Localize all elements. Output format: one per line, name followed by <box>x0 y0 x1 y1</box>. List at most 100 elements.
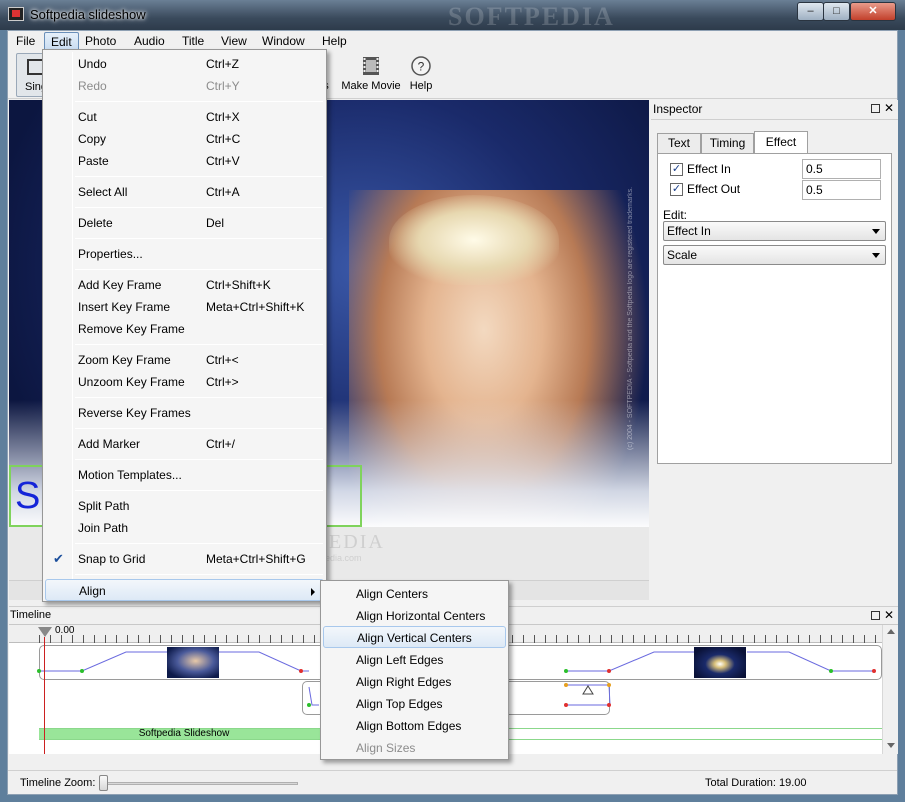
menu-separator <box>75 428 323 429</box>
menu-item-align-left-edges[interactable]: Align Left Edges <box>323 649 506 671</box>
inspector-title: Inspector <box>651 100 898 120</box>
menu-item-shortcut: Ctrl+A <box>206 185 240 199</box>
menu-item-label: Copy <box>78 132 107 146</box>
chevron-down-icon <box>872 229 880 234</box>
edit-label: Edit: <box>663 208 688 222</box>
menu-item-split-path[interactable]: Split Path <box>45 495 324 517</box>
menu-item-add-marker[interactable]: Add Marker Ctrl+/ <box>45 433 324 455</box>
menu-item-align-vertical-centers[interactable]: Align Vertical Centers <box>323 626 506 648</box>
effect-out-checkbox[interactable]: ✓ <box>670 183 683 196</box>
menu-item-label: Remove Key Frame <box>78 322 185 336</box>
tab-text[interactable]: Text <box>657 133 701 153</box>
menu-item-align-centers[interactable]: Align Centers <box>323 583 506 605</box>
menu-item-snap-to-grid[interactable]: ✔ Snap to Grid Meta+Ctrl+Shift+G <box>45 548 324 570</box>
menu-item-undo[interactable]: Undo Ctrl+Z <box>45 53 324 75</box>
close-button[interactable]: ✕ <box>850 2 896 21</box>
scroll-down-icon[interactable] <box>887 743 895 748</box>
menu-item-zoom-key-frame[interactable]: Zoom Key Frame Ctrl+< <box>45 349 324 371</box>
help-button[interactable]: ? Help <box>406 53 436 97</box>
menu-item-remove-key-frame[interactable]: Remove Key Frame <box>45 318 324 340</box>
menu-item-label: Properties... <box>78 247 143 261</box>
menu-separator <box>75 543 323 544</box>
menu-item-label: Align <box>79 584 106 598</box>
menu-item-label: Undo <box>78 57 107 71</box>
inspector-panel: Inspector ✕ Text Timing Effect ✓ Effect … <box>651 100 898 606</box>
text-track-clip[interactable]: Softpedia Slideshow <box>39 729 329 739</box>
menu-separator <box>75 269 323 270</box>
edit-menu: Undo Ctrl+Z Redo Ctrl+Y Cut Ctrl+X Copy Ctrl… <box>42 49 327 602</box>
scroll-up-icon[interactable] <box>887 629 895 634</box>
menu-item-label: Split Path <box>78 499 130 513</box>
menu-item-shortcut: Ctrl+Z <box>206 57 239 71</box>
photo-thumbnail-2[interactable] <box>694 647 746 678</box>
title-bar: Softpedia slideshow SOFTPEDIA – □ ✕ <box>0 0 905 31</box>
menu-item-align[interactable]: Align <box>45 579 324 601</box>
tab-effect[interactable]: Effect <box>754 131 808 154</box>
menu-separator <box>75 574 323 575</box>
menu-item-label: Reverse Key Frames <box>78 406 191 420</box>
menu-item-shortcut: Del <box>206 216 225 230</box>
timeline-zoom-track[interactable] <box>100 782 298 785</box>
menu-bar: File Edit Photo Audio Title View Window … <box>8 31 897 51</box>
effect-in-duration-field[interactable]: 0.5 <box>802 159 881 179</box>
tab-timing[interactable]: Timing <box>701 133 754 153</box>
menu-item-select-all[interactable]: Select All Ctrl+A <box>45 181 324 203</box>
menu-item-paste[interactable]: Paste Ctrl+V <box>45 150 324 172</box>
menu-item-align-bottom-edges[interactable]: Align Bottom Edges <box>323 715 506 737</box>
menu-item-insert-key-frame[interactable]: Insert Key Frame Meta+Ctrl+Shift+K <box>45 296 324 318</box>
effect-out-label: Effect Out <box>687 182 741 196</box>
menu-separator <box>75 207 323 208</box>
menu-item-motion-templates[interactable]: Motion Templates... <box>45 464 324 486</box>
menu-item-label: Align Top Edges <box>356 697 443 711</box>
menu-item-shortcut: Ctrl+Shift+K <box>206 278 271 292</box>
menu-item-copy[interactable]: Copy Ctrl+C <box>45 128 324 150</box>
menu-item-unzoom-key-frame[interactable]: Unzoom Key Frame Ctrl+> <box>45 371 324 393</box>
close-panel-icon[interactable]: ✕ <box>884 101 894 115</box>
title-watermark: SOFTPEDIA <box>448 2 615 31</box>
menu-item-shortcut: Ctrl+Y <box>206 79 240 93</box>
menu-item-align-horizontal-centers[interactable]: Align Horizontal Centers <box>323 605 506 627</box>
minimize-button[interactable]: – <box>797 2 824 21</box>
effect-in-checkbox[interactable]: ✓ <box>670 163 683 176</box>
app-icon[interactable] <box>8 7 24 21</box>
menu-separator <box>75 176 323 177</box>
menu-item-shortcut: Ctrl+< <box>206 353 239 367</box>
menu-item-shortcut: Ctrl+/ <box>206 437 236 451</box>
menu-item-align-right-edges[interactable]: Align Right Edges <box>323 671 506 693</box>
maximize-button[interactable]: □ <box>823 2 850 21</box>
menu-separator <box>75 101 323 102</box>
menu-item-label: Align Vertical Centers <box>357 631 472 645</box>
menu-file[interactable]: File <box>10 32 41 51</box>
menu-item-properties[interactable]: Properties... <box>45 243 324 265</box>
menu-item-align-sizes[interactable]: Align Sizes <box>323 737 506 759</box>
make-movie-button[interactable]: Make Movie <box>341 53 401 97</box>
menu-item-label: Paste <box>78 154 109 168</box>
menu-separator <box>75 490 323 491</box>
chevron-down-icon <box>872 253 880 258</box>
edit-target-select[interactable]: Effect In <box>663 221 886 241</box>
menu-item-label: Join Path <box>78 521 129 535</box>
menu-item-redo[interactable]: Redo Ctrl+Y <box>45 75 324 97</box>
menu-item-align-top-edges[interactable]: Align Top Edges <box>323 693 506 715</box>
menu-item-label: Align Centers <box>356 587 429 601</box>
menu-item-add-key-frame[interactable]: Add Key Frame Ctrl+Shift+K <box>45 274 324 296</box>
float-panel-icon[interactable] <box>871 104 880 113</box>
menu-item-label: Add Key Frame <box>78 278 162 292</box>
menu-item-reverse-key-frames[interactable]: Reverse Key Frames <box>45 402 324 424</box>
menu-item-delete[interactable]: Delete Del <box>45 212 324 234</box>
edit-target-value: Effect In <box>667 224 711 238</box>
timeline-zoom-slider[interactable] <box>99 775 108 791</box>
effect-type-select[interactable]: Scale <box>663 245 886 265</box>
align-submenu: Align Centers Align Horizontal Centers A… <box>320 580 509 760</box>
preview-photo-hair <box>389 195 559 285</box>
menu-item-shortcut: Ctrl+C <box>206 132 241 146</box>
total-duration: Total Duration: 19.00 <box>705 777 807 789</box>
effect-out-duration-field[interactable]: 0.5 <box>802 180 881 200</box>
menu-separator <box>75 344 323 345</box>
menu-item-cut[interactable]: Cut Ctrl+X <box>45 106 324 128</box>
float-panel-icon[interactable] <box>871 611 880 620</box>
close-panel-icon[interactable]: ✕ <box>884 607 894 624</box>
menu-item-join-path[interactable]: Join Path <box>45 517 324 539</box>
photo-thumbnail[interactable] <box>167 647 219 678</box>
timeline-vertical-scrollbar[interactable] <box>882 625 898 754</box>
